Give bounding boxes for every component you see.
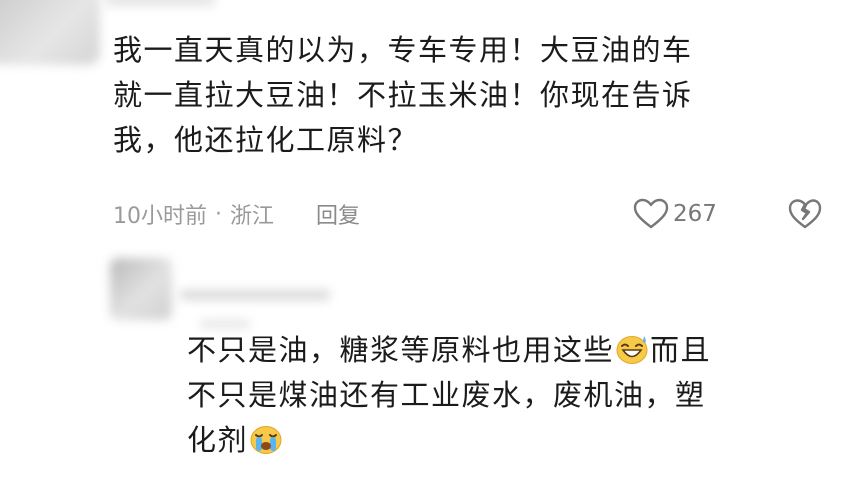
grinning-sweat-emoji-icon	[616, 336, 648, 364]
reply-comment-text: 不只是油，糖浆等原料也用这些 而且不只是煤油还有工业废水，废机油，塑 化剂	[187, 328, 847, 463]
commenter-name-blurred[interactable]	[105, 0, 215, 6]
reply-line-1-text-a: 不只是油，糖浆等原料也用这些	[187, 333, 615, 367]
main-comment-line: 我，他还拉化工原料？	[113, 123, 419, 157]
comment-meta-row: 10小时前 · 浙江 回复	[113, 194, 843, 234]
reply-line-3-text: 化剂	[187, 423, 249, 457]
reply-author-tag-blurred	[200, 320, 250, 328]
heart-outline-icon[interactable]	[633, 198, 669, 230]
meta-separator: ·	[215, 201, 222, 227]
reply-author-name-blurred[interactable]	[180, 290, 330, 300]
commenter-avatar[interactable]	[0, 0, 100, 65]
main-comment-line: 就一直拉大豆油！不拉玉米油！你现在告诉	[113, 78, 693, 112]
reply-line-2: 不只是煤油还有工业废水，废机油，塑	[187, 378, 706, 412]
comment-region: 浙江	[230, 204, 275, 229]
comment-timestamp: 10小时前	[113, 204, 207, 229]
reply-avatar[interactable]	[110, 258, 172, 320]
reply-button[interactable]: 回复	[316, 198, 360, 230]
reply-line-1: 不只是油，糖浆等原料也用这些 而且	[187, 328, 847, 373]
reply-line-3: 化剂	[187, 418, 847, 463]
main-comment-text: 我一直天真的以为，专车专用！大豆油的车 就一直拉大豆油！不拉玉米油！你现在告诉 我，…	[113, 28, 843, 163]
main-comment-line: 我一直天真的以为，专车专用！大豆油的车	[113, 33, 693, 67]
reply-line-1-text-b: 而且	[650, 333, 712, 367]
broken-heart-icon[interactable]	[788, 198, 822, 230]
like-button[interactable]: 267	[633, 194, 717, 234]
like-count: 267	[673, 201, 717, 227]
loudly-crying-emoji-icon	[250, 426, 282, 454]
